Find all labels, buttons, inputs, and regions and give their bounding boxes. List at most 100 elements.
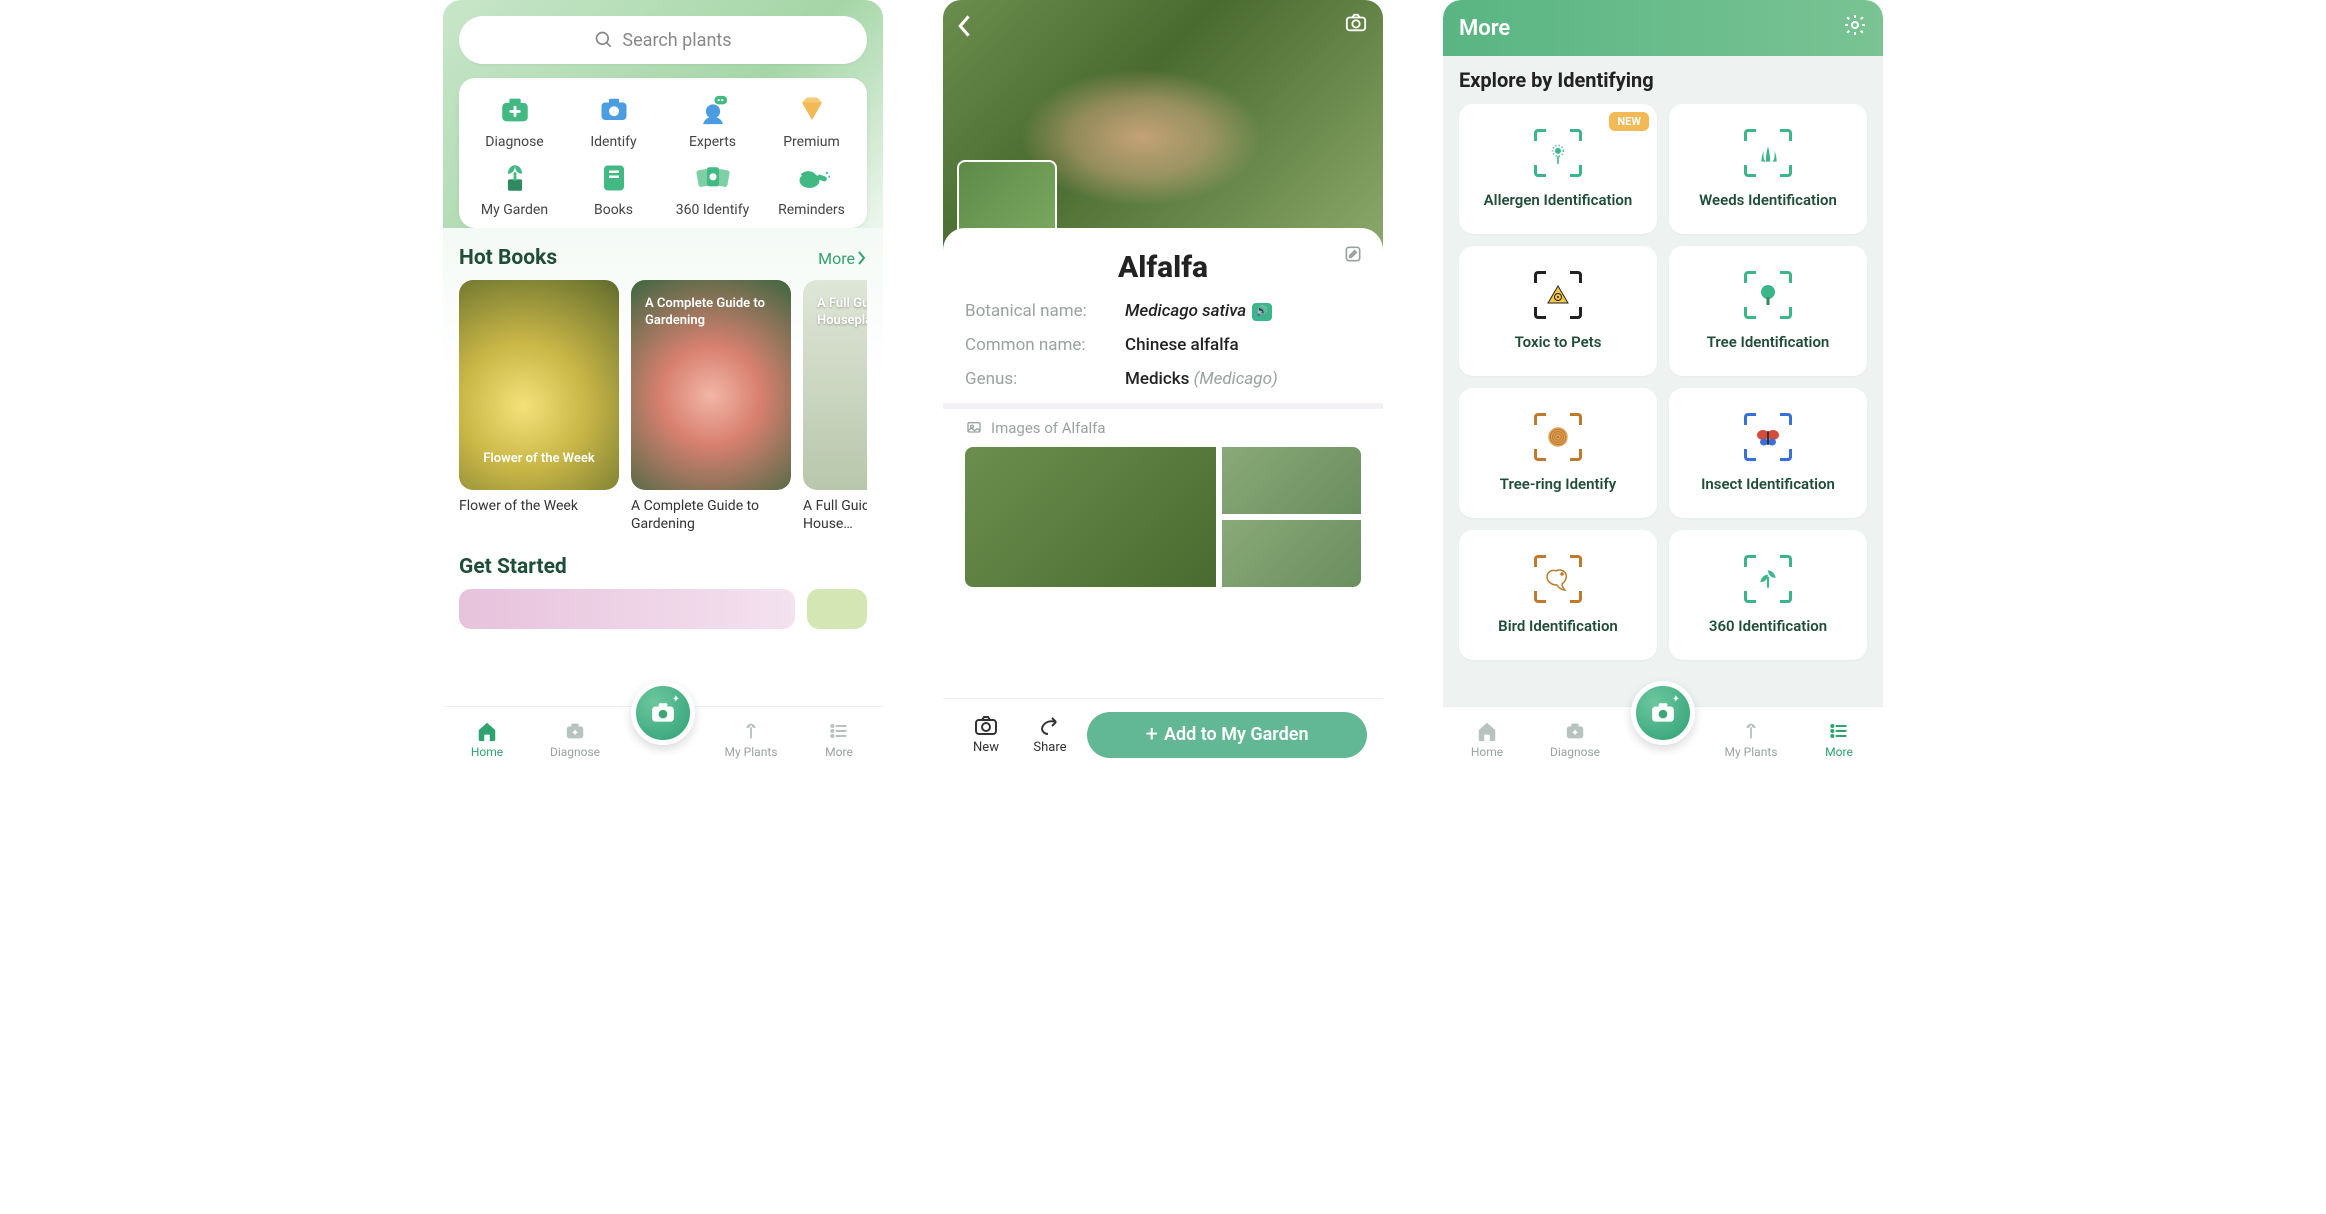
- camera-icon: [596, 92, 632, 128]
- action-reminders[interactable]: Reminders: [762, 160, 861, 218]
- get-started-card[interactable]: [459, 589, 795, 629]
- tab-my-plants[interactable]: My Plants: [1715, 719, 1787, 759]
- search-input[interactable]: Search plants: [459, 16, 867, 64]
- image-icon: [965, 420, 983, 436]
- tab-home[interactable]: Home: [1451, 719, 1523, 759]
- edit-button[interactable]: [1343, 244, 1363, 268]
- more-header: More: [1443, 0, 1883, 56]
- bird-icon: [1534, 555, 1582, 603]
- medkit-icon: [497, 92, 533, 128]
- tab-home[interactable]: Home: [451, 719, 523, 759]
- tab-more[interactable]: More: [803, 719, 875, 759]
- new-button[interactable]: New: [959, 714, 1013, 755]
- card-tree-ring[interactable]: Tree-ring Identify: [1459, 388, 1657, 518]
- tab-bar: Home Diagnose My Plants More ✦: [1443, 706, 1883, 770]
- share-button[interactable]: Share: [1023, 714, 1077, 755]
- new-badge: NEW: [1609, 112, 1649, 131]
- home-icon: [474, 719, 500, 743]
- book-row: Flower of the Week Flower of the Week A …: [459, 280, 867, 533]
- action-diagnose[interactable]: Diagnose: [465, 92, 564, 150]
- home-icon: [1474, 719, 1500, 743]
- action-books[interactable]: Books: [564, 160, 663, 218]
- camera-button[interactable]: [1343, 12, 1369, 38]
- tab-more[interactable]: More: [1803, 719, 1875, 759]
- tab-diagnose[interactable]: Diagnose: [1539, 719, 1611, 759]
- tab-diagnose[interactable]: Diagnose: [539, 719, 611, 759]
- back-button[interactable]: [957, 14, 973, 42]
- list-icon: [1826, 719, 1852, 743]
- more-title: More: [1459, 16, 1510, 41]
- search-placeholder: Search plants: [622, 30, 731, 51]
- tree-icon: [1744, 271, 1792, 319]
- plant-icon: [497, 160, 533, 196]
- more-link[interactable]: More: [818, 249, 867, 268]
- common-label: Common name:: [965, 335, 1125, 355]
- card-allergen[interactable]: NEW Allergen Identification: [1459, 104, 1657, 234]
- action-experts[interactable]: Experts: [663, 92, 762, 150]
- book-icon: [596, 160, 632, 196]
- leaf-icon: [1744, 555, 1792, 603]
- book-card[interactable]: Flower of the Week Flower of the Week: [459, 280, 619, 533]
- dandelion-icon: [1534, 129, 1582, 177]
- settings-button[interactable]: [1843, 13, 1867, 43]
- bottom-bar: New Share + Add to My Garden: [943, 698, 1383, 770]
- genus-value: Medicks (Medicago): [1125, 369, 1278, 389]
- chevron-right-icon: [857, 251, 867, 265]
- botanical-value: Medicago sativa🔊: [1125, 301, 1272, 321]
- sprout-icon: [738, 719, 764, 743]
- plant-detail-screen: Alfalfa Botanical name: Medicago sativa🔊…: [943, 0, 1383, 770]
- hero-image: [943, 0, 1383, 250]
- explore-title: Explore by Identifying: [1459, 68, 1867, 92]
- botanical-label: Botanical name:: [965, 301, 1125, 321]
- watering-icon: [794, 160, 830, 196]
- genus-label: Genus:: [965, 369, 1125, 389]
- action-my-garden[interactable]: My Garden: [465, 160, 564, 218]
- common-value: Chinese alfalfa: [1125, 335, 1239, 355]
- book-card[interactable]: A Full Guide to Popular Houseplants A Fu…: [803, 280, 867, 533]
- tab-my-plants[interactable]: My Plants: [715, 719, 787, 759]
- card-weeds[interactable]: Weeds Identification: [1669, 104, 1867, 234]
- search-icon: [594, 30, 614, 50]
- card-bird[interactable]: Bird Identification: [1459, 530, 1657, 660]
- tree-ring-icon: [1534, 413, 1582, 461]
- gear-icon: [1843, 13, 1867, 37]
- action-360-identify[interactable]: 360 Identify: [663, 160, 762, 218]
- thumbnail[interactable]: [957, 160, 1057, 236]
- plant-title: Alfalfa: [965, 250, 1361, 285]
- expert-icon: [695, 92, 731, 128]
- add-to-garden-button[interactable]: + Add to My Garden: [1087, 712, 1367, 758]
- medkit-icon: [1562, 719, 1588, 743]
- diamond-icon: [794, 92, 830, 128]
- tab-bar: Home Diagnose My Plants More ✦: [443, 706, 883, 770]
- camera-fab[interactable]: ✦: [1631, 681, 1695, 745]
- action-identify[interactable]: Identify: [564, 92, 663, 150]
- card-toxic[interactable]: Toxic to Pets: [1459, 246, 1657, 376]
- get-started-card[interactable]: [807, 589, 867, 629]
- edit-icon: [1343, 244, 1363, 264]
- chevron-left-icon: [957, 14, 973, 38]
- sprout-icon: [1738, 719, 1764, 743]
- share-icon: [1038, 714, 1062, 738]
- card-tree[interactable]: Tree Identification: [1669, 246, 1867, 376]
- images-section-title: Images of Alfalfa: [965, 419, 1361, 437]
- list-icon: [826, 719, 852, 743]
- hot-books-title: Hot Books: [459, 246, 557, 270]
- image-gallery[interactable]: [965, 447, 1361, 587]
- book-card[interactable]: A Complete Guide to Gardening A Complete…: [631, 280, 791, 533]
- action-grid: Diagnose Identify Experts Premium: [459, 78, 867, 228]
- cards-icon: [695, 160, 731, 196]
- card-360[interactable]: 360 Identification: [1669, 530, 1867, 660]
- camera-fab[interactable]: ✦: [631, 681, 695, 745]
- butterfly-icon: [1744, 413, 1792, 461]
- camera-icon: [974, 714, 998, 738]
- audio-icon[interactable]: 🔊: [1252, 303, 1272, 321]
- action-premium[interactable]: Premium: [762, 92, 861, 150]
- card-insect[interactable]: Insect Identification: [1669, 388, 1867, 518]
- more-screen: More Explore by Identifying NEW Allergen…: [1443, 0, 1883, 770]
- toxic-icon: [1534, 271, 1582, 319]
- get-started-title: Get Started: [459, 555, 867, 579]
- camera-icon: [1343, 12, 1369, 34]
- grass-icon: [1744, 129, 1792, 177]
- medkit-icon: [562, 719, 588, 743]
- home-screen: Search plants Diagnose Identify Experts: [443, 0, 883, 770]
